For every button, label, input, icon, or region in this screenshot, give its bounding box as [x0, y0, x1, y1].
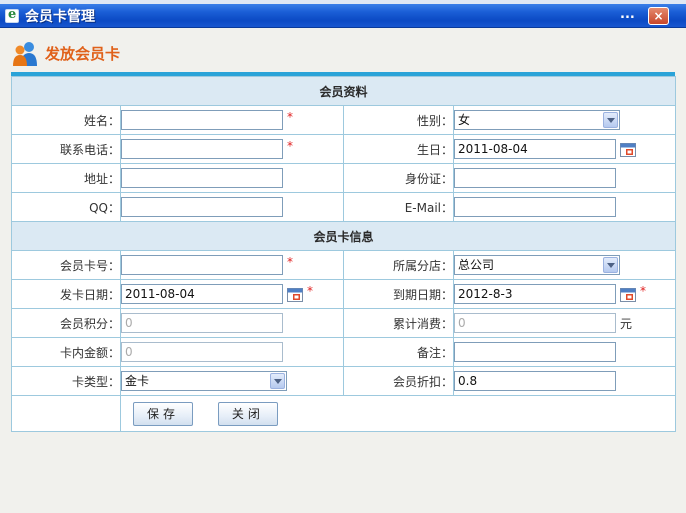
card-type-label: 卡类型：	[11, 366, 121, 396]
ie-icon	[5, 7, 19, 23]
window-titlebar[interactable]: 会员卡管理 ... ×	[0, 4, 686, 28]
button-row: 保存 关闭	[119, 395, 677, 432]
name-input[interactable]	[121, 110, 283, 130]
gender-label: 性别：	[343, 105, 454, 135]
section-card-info: 会员卡信息	[10, 221, 677, 251]
save-button[interactable]: 保存	[133, 401, 193, 426]
remark-input[interactable]	[454, 342, 616, 362]
card-no-input[interactable]	[121, 255, 283, 275]
branch-select[interactable]: 总公司	[454, 255, 620, 275]
address-input[interactable]	[121, 168, 283, 188]
email-input[interactable]	[454, 197, 616, 217]
users-icon	[13, 42, 37, 66]
birthday-input[interactable]: 2011-08-04	[454, 139, 616, 159]
points-input: 0	[121, 313, 283, 333]
address-label: 地址：	[11, 163, 121, 193]
qq-input[interactable]	[121, 197, 283, 217]
phone-label: 联系电话：	[11, 134, 121, 164]
chevron-down-icon[interactable]	[270, 373, 285, 389]
chevron-down-icon[interactable]	[603, 112, 618, 128]
id-card-label: 身份证：	[343, 163, 454, 193]
points-label: 会员积分：	[11, 308, 121, 338]
balance-input: 0	[121, 342, 283, 362]
card-type-select[interactable]: 金卡	[121, 371, 287, 391]
required-mark: *	[307, 284, 313, 298]
expire-date-label: 到期日期：	[343, 279, 454, 309]
gender-select-value: 女	[458, 113, 471, 127]
required-mark: *	[287, 110, 293, 124]
card-type-select-value: 金卡	[125, 374, 150, 388]
member-card-form: 会员资料 姓名： * 性别： 女 联系电话： * 生日： 2011-08-04 …	[10, 72, 677, 432]
page-title: 发放会员卡	[45, 45, 121, 63]
window-menu-button[interactable]: ...	[620, 7, 635, 22]
chevron-down-icon[interactable]	[603, 257, 618, 273]
total-spent-input: 0	[454, 313, 616, 333]
currency-unit: 元	[620, 316, 633, 331]
branch-label: 所属分店：	[343, 250, 454, 280]
qq-label: QQ：	[11, 192, 121, 222]
birthday-label: 生日：	[343, 134, 454, 164]
id-card-input[interactable]	[454, 168, 616, 188]
calendar-icon[interactable]	[620, 287, 636, 302]
issue-date-label: 发卡日期：	[11, 279, 121, 309]
button-row-spacer	[11, 395, 121, 432]
required-mark: *	[287, 139, 293, 153]
gender-select[interactable]: 女	[454, 110, 620, 130]
close-button[interactable]: 关闭	[217, 401, 278, 426]
required-mark: *	[287, 255, 293, 269]
section-member-info: 会员资料	[10, 76, 677, 106]
discount-label: 会员折扣：	[343, 366, 454, 396]
name-label: 姓名：	[11, 105, 121, 135]
branch-select-value: 总公司	[458, 258, 495, 272]
issue-date-input[interactable]: 2011-08-04	[121, 284, 283, 304]
balance-label: 卡内金额：	[11, 337, 121, 367]
window-title: 会员卡管理	[25, 9, 95, 25]
discount-input[interactable]: 0.8	[454, 371, 616, 391]
phone-input[interactable]	[121, 139, 283, 159]
remark-label: 备注：	[343, 337, 454, 367]
email-label: E-Mail：	[343, 192, 454, 222]
total-spent-label: 累计消费：	[343, 308, 454, 338]
card-no-label: 会员卡号：	[11, 250, 121, 280]
window-close-button[interactable]: ×	[648, 7, 669, 25]
calendar-icon[interactable]	[287, 287, 303, 302]
required-mark: *	[640, 284, 646, 298]
calendar-icon[interactable]	[620, 142, 636, 157]
expire-date-input[interactable]: 2012-8-3	[454, 284, 616, 304]
